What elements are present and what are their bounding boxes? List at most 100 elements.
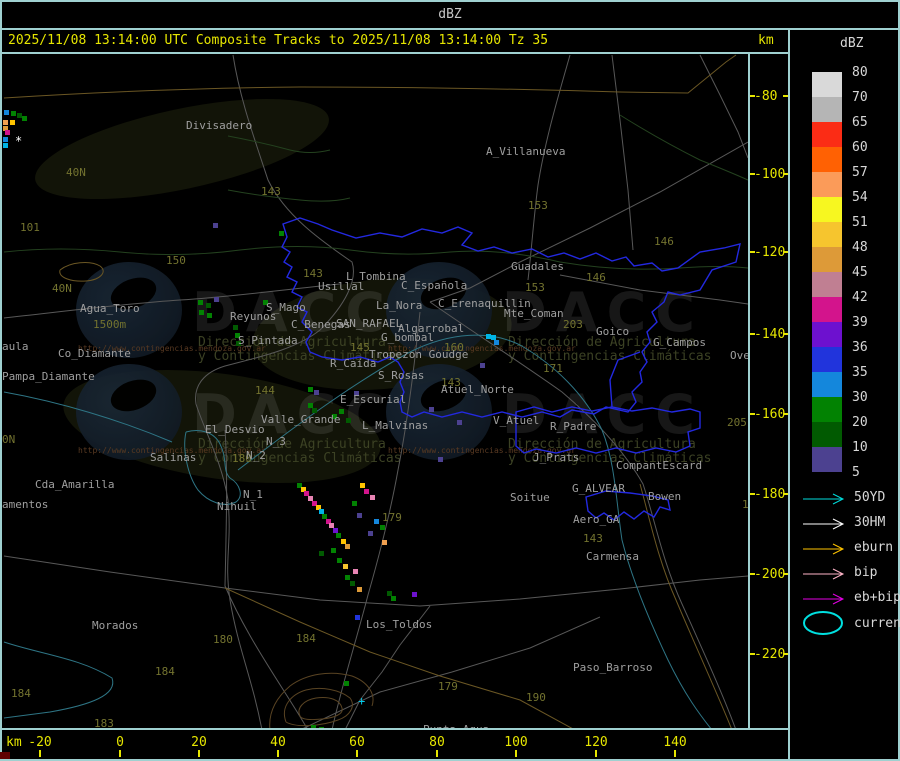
place-label: L_Malvinas bbox=[362, 419, 429, 432]
place-label: Usillal bbox=[318, 280, 365, 293]
route-label: 203 bbox=[563, 318, 583, 331]
place-label: Tropezon Goudge bbox=[369, 348, 469, 361]
dbz-scale-value-label: 30 bbox=[852, 390, 868, 405]
right-axis-tick-mark bbox=[750, 413, 755, 415]
radar-echo-pixel bbox=[350, 581, 355, 586]
radar-echo-pixel bbox=[3, 137, 8, 142]
place-label: R_Padre bbox=[550, 420, 597, 433]
right-axis-tick-mark bbox=[750, 173, 755, 175]
radar-echo-pixel bbox=[364, 489, 369, 494]
radar-echo-pixel bbox=[380, 525, 385, 530]
bip-arrow-icon bbox=[803, 568, 845, 580]
radar-map-canvas: * + DACC Dirección de Agricultura y Contin… bbox=[2, 54, 748, 728]
dbz-scale-value-label: 36 bbox=[852, 340, 868, 355]
right-axis-tick-mark bbox=[783, 173, 788, 175]
right-axis-tick-label: -180 bbox=[754, 487, 786, 502]
bottom-axis-tick-label: 20 bbox=[191, 735, 207, 750]
place-label: Paso_Barroso bbox=[573, 661, 653, 674]
radar-echo-pixel bbox=[412, 592, 417, 597]
route-label: 190 bbox=[526, 691, 546, 704]
bottom-axis-tick-label: 100 bbox=[504, 735, 528, 750]
legend-item-label: bip bbox=[854, 565, 878, 580]
radar-echo-pixel bbox=[346, 418, 351, 423]
radar-echo-pixel bbox=[314, 390, 319, 395]
radar-echo-pixel bbox=[336, 533, 341, 538]
dbz-scale-color-box bbox=[812, 172, 842, 197]
right-axis-tick-label: -120 bbox=[754, 245, 786, 260]
route-label: 18 bbox=[742, 498, 748, 511]
bottom-axis-tick-label: 80 bbox=[429, 735, 445, 750]
header-km-unit: km bbox=[758, 33, 774, 48]
dbz-scale-value-label: 48 bbox=[852, 240, 868, 255]
place-label: S_Pintada bbox=[238, 334, 298, 347]
dbz-scale-value-label: 39 bbox=[852, 315, 868, 330]
place-label: El_Desvio bbox=[205, 423, 265, 436]
radar-echo-pixel bbox=[319, 551, 324, 556]
route-label: 40N bbox=[52, 282, 72, 295]
place-label: J_Prats bbox=[533, 451, 580, 464]
place-label: Morados bbox=[92, 619, 139, 632]
radar-echo-pixel bbox=[213, 223, 218, 228]
radar-echo-pixel bbox=[319, 727, 324, 728]
route-label: 40N bbox=[66, 166, 86, 179]
radar-echo-pixel bbox=[345, 575, 350, 580]
rivers-darkgreen bbox=[3, 114, 748, 270]
place-label: Goico bbox=[596, 325, 630, 338]
bottom-axis-tick-label: -20 bbox=[28, 735, 52, 750]
bottom-distance-axis: km -20 0 20 40 60 80 100 120 140 bbox=[0, 730, 788, 759]
dbz-scale-value-label: 20 bbox=[852, 415, 868, 430]
radar-echo-pixel bbox=[382, 540, 387, 545]
dbz-scale-value-label: 45 bbox=[852, 265, 868, 280]
place-label: E_Escurial bbox=[340, 393, 407, 406]
right-axis-tick-mark bbox=[750, 493, 755, 495]
dbz-scale-color-box bbox=[812, 247, 842, 272]
dbz-scale-color-box bbox=[812, 72, 842, 97]
place-label: Agua_Toro bbox=[80, 302, 140, 315]
radar-echo-pixel bbox=[331, 548, 336, 553]
route-label: 143 bbox=[583, 532, 603, 545]
place-label: Oveje bbox=[730, 349, 748, 362]
radar-echo-pixel bbox=[438, 457, 443, 462]
place-label: G_bombal bbox=[381, 331, 434, 344]
radar-echo-pixel bbox=[374, 519, 379, 524]
radar-echo-pixel bbox=[233, 325, 238, 330]
bottom-axis-tick-mark bbox=[674, 750, 676, 757]
right-axis-tick-mark bbox=[783, 95, 788, 97]
radar-echo-pixel bbox=[370, 495, 375, 500]
right-axis-tick-mark bbox=[783, 333, 788, 335]
radar-app-window: { "window": { "title": "dBZ" }, "header"… bbox=[0, 0, 900, 761]
dbz-scale-value-label: 60 bbox=[852, 140, 868, 155]
route-label: 146 bbox=[586, 271, 606, 284]
legend-item: 30HM bbox=[802, 515, 898, 530]
place-label: A_Villanueva bbox=[486, 145, 566, 158]
place-label: CompantEscard bbox=[616, 459, 703, 472]
right-axis-tick-label: -100 bbox=[754, 167, 786, 182]
radar-echo-pixel bbox=[360, 483, 365, 488]
place-label: SAN_RAFAEL bbox=[336, 317, 403, 330]
place-label: G_ALVEAR bbox=[572, 482, 625, 495]
place-label: La_Nora bbox=[376, 299, 423, 312]
dbz-scale-color-box bbox=[812, 222, 842, 247]
radar-echo-pixel bbox=[22, 116, 27, 121]
right-axis-tick-mark bbox=[750, 653, 755, 655]
place-label: C_Española bbox=[401, 279, 468, 292]
place-label: Valle_Grande bbox=[261, 413, 341, 426]
bottom-axis-tick-mark bbox=[277, 750, 279, 757]
route-label: 180 bbox=[213, 633, 233, 646]
radar-echo-pixel bbox=[457, 420, 462, 425]
place-label: amentos bbox=[2, 498, 49, 511]
dbz-scale-value-label: 5 bbox=[852, 465, 860, 480]
route-label: 153 bbox=[528, 199, 548, 212]
radar-echo-pixel bbox=[344, 681, 349, 686]
radar-echo-pixel bbox=[206, 303, 211, 308]
50YD-arrow-icon bbox=[803, 493, 845, 505]
bottom-axis-tick-label: 120 bbox=[584, 735, 608, 750]
eb+bip-arrow-icon bbox=[803, 593, 845, 605]
legend-item-label: 50YD bbox=[854, 490, 886, 505]
legend-item: current bbox=[802, 610, 900, 640]
eburn-arrow-icon bbox=[803, 543, 845, 555]
place-label: Atuel_Norte bbox=[441, 383, 514, 396]
place-label: N_3 bbox=[266, 435, 286, 448]
30HM-arrow-icon bbox=[803, 518, 845, 530]
dbz-scale-color-box bbox=[812, 372, 842, 397]
